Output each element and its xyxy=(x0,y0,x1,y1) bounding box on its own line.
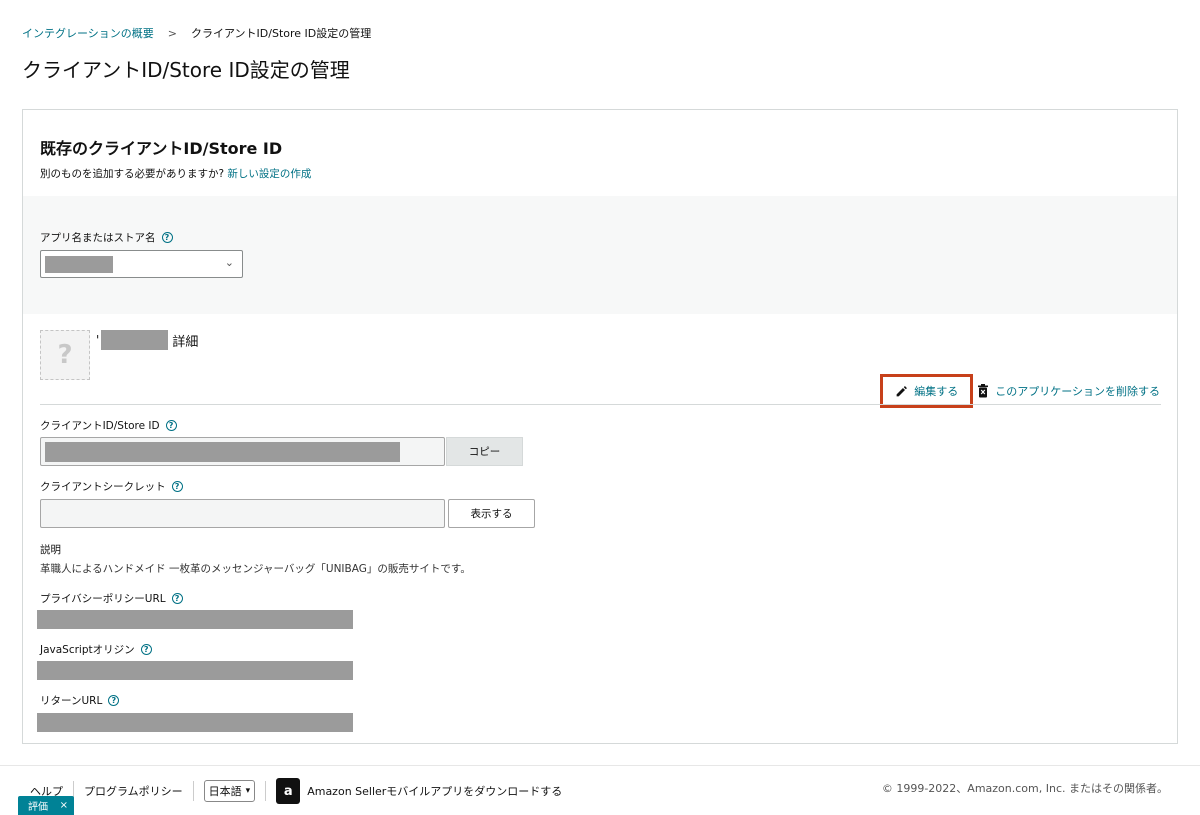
app-actions: 編集する このアプリケーションを削除する xyxy=(880,374,1160,408)
footer: ヘルプ プログラムポリシー 日本語 ▾ a Amazon Sellerモバイルア… xyxy=(0,765,1200,815)
description-label: 説明 xyxy=(40,544,61,556)
footer-divider xyxy=(265,781,267,801)
section-divider xyxy=(40,404,1161,405)
client-secret-label: クライアントシークレット ? xyxy=(40,479,183,494)
language-select[interactable]: 日本語 ▾ xyxy=(203,780,256,802)
edit-button[interactable]: 編集する xyxy=(880,374,974,408)
help-icon[interactable]: ? xyxy=(171,481,183,492)
mobile-app-download-link[interactable]: Amazon Sellerモバイルアプリをダウンロードする xyxy=(307,783,562,799)
help-icon[interactable]: ? xyxy=(161,232,173,243)
help-icon[interactable]: ? xyxy=(165,420,177,431)
trash-icon xyxy=(978,384,989,398)
card-title: 既存のクライアントID/Store ID xyxy=(40,139,283,158)
rating-badge-label: 評価 xyxy=(28,802,48,813)
close-icon[interactable]: × xyxy=(60,800,68,811)
page-title: クライアントID/Store ID設定の管理 xyxy=(22,58,350,82)
quote-mark: ' xyxy=(96,333,100,347)
redacted-app-title xyxy=(101,330,169,350)
delete-button-label: このアプリケーションを削除する xyxy=(995,385,1160,398)
chevron-down-icon: ⌄ xyxy=(224,256,234,269)
chevron-down-icon: ▾ xyxy=(245,786,251,796)
client-id-field[interactable] xyxy=(40,437,445,466)
app-name-select[interactable]: ⌄ xyxy=(40,250,243,278)
client-secret-field[interactable] xyxy=(40,499,445,528)
pencil-icon xyxy=(896,385,908,396)
client-id-label: クライアントID/Store ID ? xyxy=(40,418,177,433)
javascript-origin-label: JavaScriptオリジン ? xyxy=(40,642,152,657)
rating-badge[interactable]: 評価 × xyxy=(18,796,74,815)
breadcrumb: インテグレーションの概要 > クライアントID/Store ID設定の管理 xyxy=(22,25,371,41)
app-name-label: アプリ名またはストア名 ? xyxy=(40,230,173,245)
copy-button[interactable]: コピー xyxy=(446,437,523,466)
redacted-privacy-policy-url xyxy=(37,610,353,629)
language-select-value: 日本語 xyxy=(208,785,242,798)
help-icon[interactable]: ? xyxy=(171,593,183,604)
edit-button-label: 編集する xyxy=(914,385,959,398)
breadcrumb-current: クライアントID/Store ID設定の管理 xyxy=(191,27,372,40)
app-thumbnail-placeholder: ? xyxy=(40,330,90,380)
redacted-return-url xyxy=(37,713,353,732)
copyright-text: © 1999-2022、Amazon.com, Inc. またはその関係者。 xyxy=(881,782,1168,795)
breadcrumb-link-integration-overview[interactable]: インテグレーションの概要 xyxy=(22,25,154,41)
privacy-policy-url-label-text: プライバシーポリシーURL xyxy=(40,593,166,605)
app-detail-heading: ' 詳細 xyxy=(96,330,198,350)
description-text: 革職人によるハンドメイド 一枚革のメッセンジャーバッグ「UNIBAG」の販売サイ… xyxy=(40,563,471,575)
detail-label: 詳細 xyxy=(172,334,199,350)
privacy-policy-url-label: プライバシーポリシーURL ? xyxy=(40,591,183,606)
delete-application-button[interactable]: このアプリケーションを削除する xyxy=(977,383,1160,399)
card-subtitle-text: 別のものを追加する必要がありますか? xyxy=(40,168,225,180)
return-url-label-text: リターンURL xyxy=(40,695,103,707)
existing-ids-card: 既存のクライアントID/Store ID 別のものを追加する必要がありますか? … xyxy=(22,109,1178,744)
footer-divider xyxy=(192,781,194,801)
show-secret-button[interactable]: 表示する xyxy=(448,499,535,528)
app-filter-panel: アプリ名またはストア名 ? ⌄ xyxy=(23,196,1177,314)
amazon-seller-app-icon: a xyxy=(276,778,301,804)
return-url-label: リターンURL ? xyxy=(40,693,120,708)
card-subtitle: 別のものを追加する必要がありますか? 新しい設定の作成 xyxy=(40,166,311,181)
app-name-label-text: アプリ名またはストア名 xyxy=(40,232,156,244)
redacted-app-name xyxy=(45,256,113,273)
client-id-label-text: クライアントID/Store ID xyxy=(40,420,160,432)
question-mark-icon: ? xyxy=(57,340,73,370)
client-secret-label-text: クライアントシークレット xyxy=(40,481,166,493)
redacted-javascript-origin xyxy=(37,661,353,680)
javascript-origin-label-text: JavaScriptオリジン xyxy=(40,644,135,656)
breadcrumb-separator: > xyxy=(167,26,177,40)
program-policy-link[interactable]: プログラムポリシー xyxy=(84,783,183,799)
help-icon[interactable]: ? xyxy=(140,644,152,655)
create-new-setting-link[interactable]: 新しい設定の作成 xyxy=(227,168,311,180)
redacted-client-id xyxy=(45,442,400,462)
help-icon[interactable]: ? xyxy=(108,695,120,706)
footer-links: ヘルプ プログラムポリシー 日本語 ▾ a Amazon Sellerモバイルア… xyxy=(30,778,562,804)
